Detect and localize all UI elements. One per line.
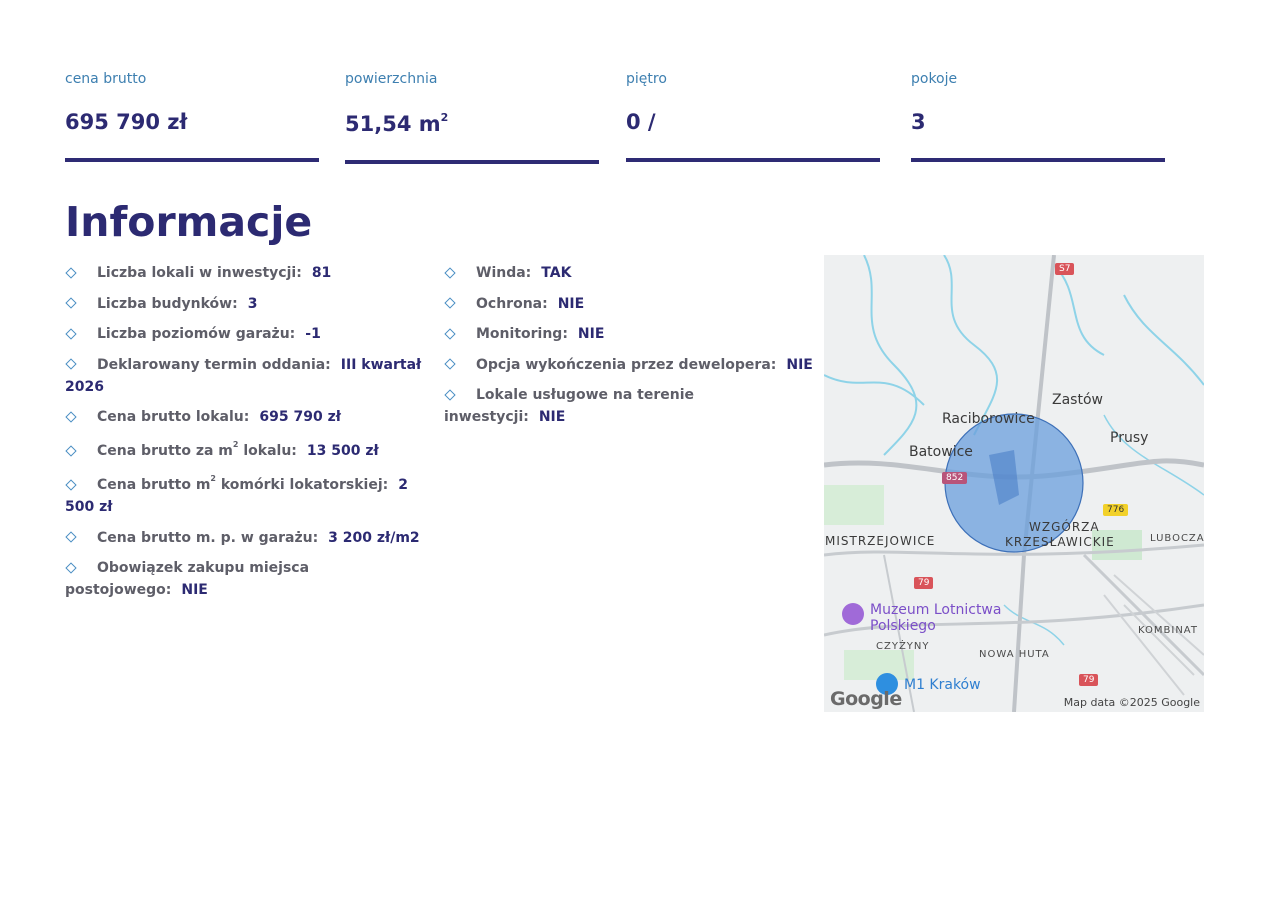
stat-rooms: pokoje 3 [911,70,1165,162]
diamond-bullet-icon [444,388,456,401]
diamond-bullet-icon [65,479,77,491]
stat-floor: piętro 0 / [626,70,880,162]
info-item: Cena brutto za m2 lokalu: 13 500 zł [65,437,437,463]
diamond-bullet-icon [65,297,77,309]
info-item: Liczba budynków: 3 [65,293,437,315]
stat-floor-value: 0 / [626,110,656,134]
map-label-zastow: Zastów [1052,392,1103,408]
info-item: Obowiązek zakupu miejsca postojowego: NIE [65,560,310,599]
info-item: Cena brutto lokalu: 695 790 zł [65,406,437,428]
info-item: Ochrona: NIE [444,293,816,315]
map-poi-m1[interactable]: M1 Kraków [904,677,981,693]
stat-price-label: cena brutto [65,71,147,87]
road-776-badge: 776 [1103,504,1129,516]
diamond-bullet-icon [65,266,77,279]
stat-rooms-label: pokoje [911,71,958,87]
map-label-prusy: Prusy [1110,430,1149,446]
map-label-krzeslawickie: KRZESŁAWICKIE [1005,535,1115,549]
info-item: Opcja wykończenia przez dewelopera: NIE [444,354,816,376]
stat-divider [911,158,1165,162]
map-label-batowice: Batowice [909,444,973,460]
stat-rooms-value: 3 [911,110,926,134]
map-label-raciborowice: Raciborowice [942,411,1035,427]
info-item: Deklarowany termin oddania: III kwartał 2… [65,356,422,395]
info-item: Lokale usługowe na terenie inwestycji: NI… [444,387,695,425]
info-item: Liczba lokali w inwestycji: 81 [65,262,437,284]
map-label-nowa-huta: NOWA HUTA [979,649,1050,660]
stat-price: cena brutto 695 790 zł [65,70,319,162]
stat-area-value: 51,54 m2 [345,111,449,136]
diamond-bullet-icon [65,444,77,457]
info-list-right: Winda: TAK Ochrona: NIE Monitoring: NIE Opc… [444,262,816,437]
map-label-mistrzejowice: MISTRZEJOWICE [825,534,936,548]
map-label-wzgorza: WZGÓRZA [1029,520,1100,534]
diamond-bullet-icon [444,327,456,340]
map-label-lubocza: LUBOCZA [1150,533,1204,544]
stat-divider [345,160,599,164]
diamond-bullet-icon [65,531,77,543]
diamond-bullet-icon [65,562,77,574]
map-credit: Map data ©2025 Google [1063,696,1200,709]
stat-area-number: 51,54 m [345,112,441,136]
museum-poi-icon[interactable] [842,603,864,625]
stat-area-label: powierzchnia [345,71,438,87]
info-item: Cena brutto m2 komórki lokatorskiej: 2 50… [65,473,408,516]
stat-floor-label: piętro [626,71,667,87]
map-poi-museum[interactable]: Muzeum Lotnictwa Polskiego [870,602,1001,634]
info-list-left: Liczba lokali w inwestycji: 81 Liczba bud… [65,262,437,610]
stat-area-unit-sup: 2 [440,111,449,124]
stat-price-value: 695 790 zł [65,110,188,134]
road-79-badge: 79 [1079,674,1099,686]
diamond-bullet-icon [444,266,456,279]
road-79-badge: 79 [914,577,934,589]
stat-area: powierzchnia 51,54 m2 [345,70,599,164]
section-title: Informacje [65,198,313,246]
info-item: Liczba poziomów garażu: -1 [65,323,437,345]
info-item: Monitoring: NIE [444,323,816,345]
stat-divider [626,158,880,162]
map-label-kombinat: KOMBINAT [1138,625,1198,636]
road-852-badge: 852 [942,472,968,484]
diamond-bullet-icon [65,410,77,423]
diamond-bullet-icon [65,358,77,370]
stat-divider [65,158,319,162]
map-label-czyzyny: CZYŻYNY [876,641,930,652]
diamond-bullet-icon [444,297,456,309]
diamond-bullet-icon [65,327,77,340]
road-s7-badge: S7 [1055,263,1075,275]
info-item: Cena brutto m. p. w garażu: 3 200 zł/m2 [65,527,437,549]
google-logo: Google [830,688,902,710]
location-map[interactable]: S7 852 776 79 79 Zastów Raciborowice Pru… [824,255,1204,712]
info-item: Winda: TAK [444,262,816,284]
diamond-bullet-icon [444,358,456,370]
